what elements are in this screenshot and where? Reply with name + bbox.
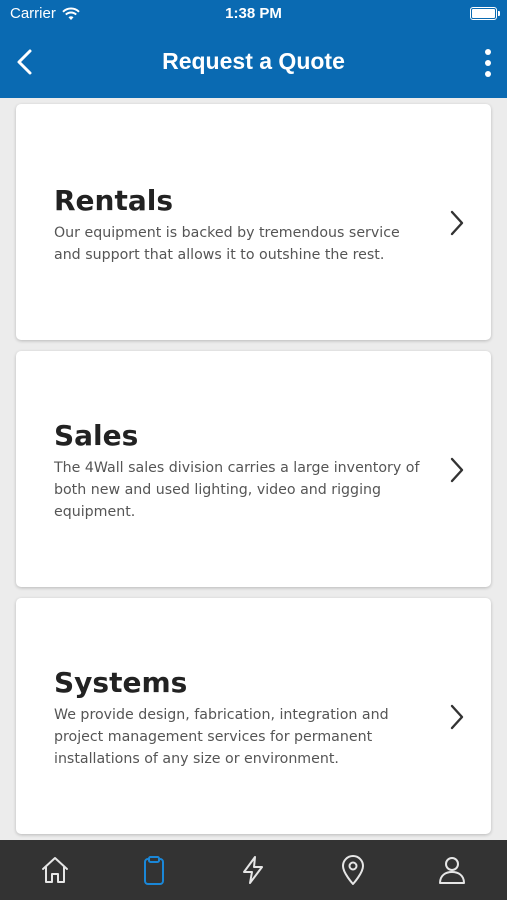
card-title: Rentals — [54, 184, 174, 217]
tab-location[interactable] — [323, 840, 383, 900]
lightning-icon — [243, 856, 264, 884]
location-pin-icon — [341, 855, 364, 885]
card-title: Sales — [54, 419, 139, 452]
tab-home[interactable] — [25, 840, 85, 900]
tab-quote[interactable] — [124, 840, 184, 900]
status-time: 1:38 PM — [225, 5, 282, 22]
card-description: Our equipment is backed by tremendous se… — [54, 225, 400, 263]
battery-icon — [470, 7, 500, 20]
chevron-right-icon — [450, 704, 464, 730]
card-description: We provide design, fabrication, integrat… — [54, 707, 389, 767]
tab-lightning[interactable] — [223, 840, 283, 900]
home-icon — [41, 857, 68, 883]
card-rentals[interactable]: Rentals Our equipment is backed by treme… — [16, 104, 491, 340]
card-systems[interactable]: Systems We provide design, fabrication, … — [16, 598, 491, 834]
card-description: The 4Wall sales division carries a large… — [54, 460, 420, 520]
clipboard-icon — [144, 856, 165, 885]
card-sales[interactable]: Sales The 4Wall sales division carries a… — [16, 351, 491, 587]
status-bar: Carrier 1:38 PM — [0, 0, 507, 28]
tab-profile[interactable] — [422, 840, 482, 900]
top-bar: Carrier 1:38 PM Request a Quote — [0, 0, 507, 98]
more-vertical-icon[interactable] — [483, 48, 493, 78]
navigation-bar: Request a Quote — [0, 36, 507, 88]
profile-icon — [439, 857, 466, 884]
page-title: Request a Quote — [162, 48, 345, 74]
chevron-right-icon — [450, 457, 464, 483]
tab-bar — [0, 840, 507, 900]
chevron-right-icon — [450, 210, 464, 236]
card-title: Systems — [54, 666, 188, 699]
